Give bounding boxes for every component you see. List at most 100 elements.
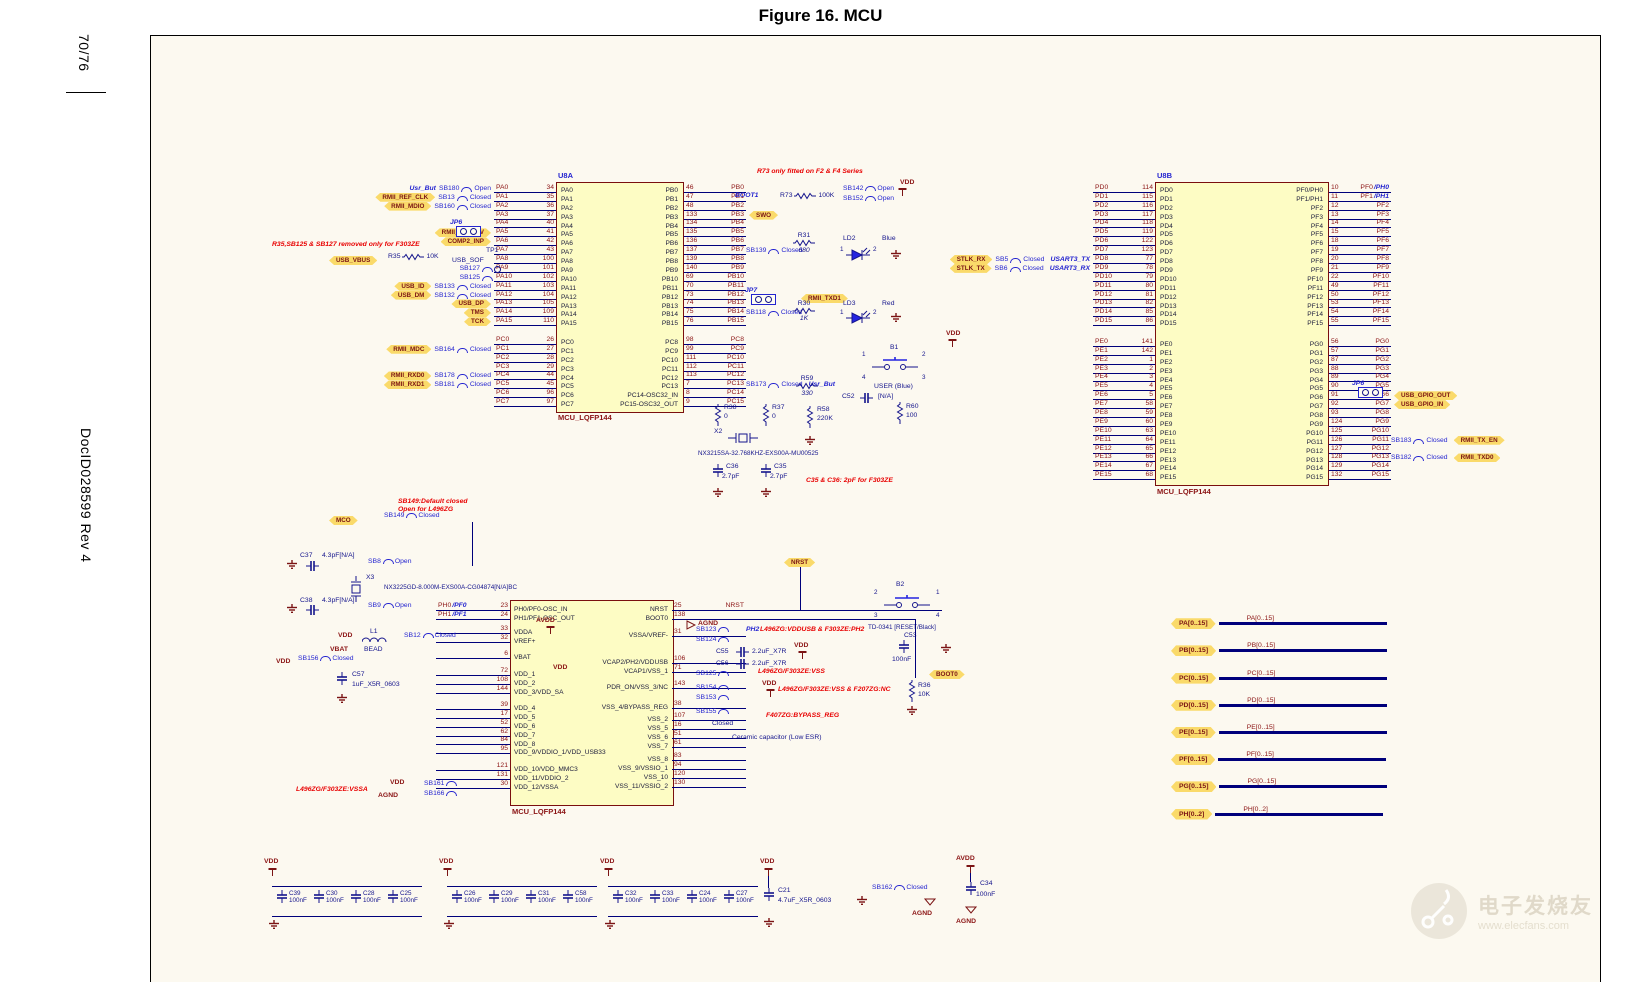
note-c35-c36: C35 & C36: 2pF for F303ZE xyxy=(806,477,893,484)
inside-pin-name: PA8 xyxy=(561,258,573,266)
pin-row: PE12 65 xyxy=(1093,444,1155,454)
inside-pin-name: PA7 xyxy=(561,249,573,257)
note-ceramic: Ceramic capacitor (Low ESR) xyxy=(732,734,822,741)
u8b-inside-pg: PG0 PG1 PG2 PG3 PG4 PG5 PG6 PG7 PG8 PG9 PG10 PG11 PG… xyxy=(1306,341,1323,482)
pin-row: PD11 80 xyxy=(1093,281,1155,291)
bank2-caps: C26 100nF C29 100nF C31 100nF C58 100nF xyxy=(451,890,599,904)
capacitor: C39 100nF xyxy=(276,890,313,904)
b2-pin4: 4 xyxy=(936,612,940,619)
bus-flag: PA[0..15] xyxy=(1171,618,1216,629)
pin-row: PE8 59 xyxy=(1093,409,1155,419)
note-sb149-1: SB149:Default closed xyxy=(398,498,468,505)
pin-row: USB_DM SB132 Closed PA12 104 xyxy=(340,290,556,300)
page-number-rule xyxy=(66,92,106,93)
inside-pin-name: PA1 xyxy=(561,195,573,203)
capacitor-icon xyxy=(612,890,624,903)
cap-value: 100nF xyxy=(326,897,344,904)
bus-wire: PB[0..15] xyxy=(1219,642,1388,653)
pin-row: PD10 79 xyxy=(1093,272,1155,282)
pin-row: STLK_TX SB6 Closed USART3_RX PD9 78 xyxy=(940,263,1155,273)
sb161: SB161 xyxy=(424,780,458,787)
pin-row: PA3 37 xyxy=(340,211,556,220)
page-number: 70/76 xyxy=(76,34,92,72)
pin-row: 55 PF15 xyxy=(1329,317,1391,327)
vdd-label: VDD xyxy=(600,858,615,865)
inside-pin-name: PA12 xyxy=(561,293,577,301)
pwr-vdd456789: 39 17 52 62 84 95 xyxy=(295,701,510,755)
vdd-label: VDD xyxy=(946,330,961,337)
u8a-inside-pc: PC0 PC1 PC2 PC3 PC4 PC5 PC6 PC7 xyxy=(561,339,574,409)
solder-bridge-arc-icon xyxy=(456,204,468,210)
b1-name: USER (Blue) xyxy=(874,383,913,390)
bus-wire: PH[0..2] xyxy=(1215,806,1384,816)
pin-row: RMII_MDC SB164 Closed PC1 27 xyxy=(340,344,556,354)
capacitor: C28 100nF xyxy=(350,890,387,904)
r37-value: 0 xyxy=(772,413,776,420)
solder-bridge: SB180 xyxy=(438,184,460,192)
pin-row: 54 PF14 xyxy=(1329,308,1391,318)
frame-right xyxy=(1600,35,1601,982)
pwr-in-vss-b: VSS_8 VSS_9/VSSIO_1 VSS_10 VSS_11/VSSIO_2 xyxy=(614,756,668,790)
bank1-rail-top xyxy=(272,886,422,887)
sb142: SB142 Open xyxy=(843,185,895,192)
pin-row: Usr_But SB180 Open PA0 34 xyxy=(340,184,556,193)
solder-bridge: SB13 xyxy=(438,193,455,201)
inside-pin-name: PA0 xyxy=(561,187,573,194)
capacitor: C30 100nF xyxy=(313,890,350,904)
pin-row: PE14 67 xyxy=(1093,462,1155,472)
pin-wire: PA13 105 xyxy=(494,299,556,309)
bridge-state: Closed xyxy=(469,282,491,290)
sb125: SB125 xyxy=(696,670,730,677)
sb149: SB149 Closed xyxy=(384,512,440,519)
vdd-label: VDD xyxy=(390,779,405,786)
bank3-rail-bottom xyxy=(608,916,758,917)
inside-pin-name: PA4 xyxy=(561,222,573,230)
pin-row: USB_ID SB133 Closed PA11 103 xyxy=(340,281,556,291)
gnd-icon xyxy=(443,920,455,929)
agnd-icon xyxy=(924,898,936,906)
pwr-in-vssa: VSSA/VREF- xyxy=(628,632,668,639)
capacitor-icon xyxy=(488,890,500,903)
r36-ref: R36 xyxy=(918,682,931,689)
vdd-icon xyxy=(798,651,807,659)
signal-flag: USB_DM xyxy=(391,291,432,300)
pin-row: 10 PF0/PH0 xyxy=(1329,183,1391,193)
sb124: SB124 xyxy=(696,636,730,643)
inside-pin-name: PA11 xyxy=(561,284,577,292)
capacitor-icon xyxy=(276,890,288,903)
u8b-inside-pe: PE0 PE1 PE2 PE3 PE4 PE5 PE6 PE7 PE8 PE9 PE10 PE11 PE… xyxy=(1160,341,1177,482)
pwr-vdda-pins: 33 32 xyxy=(295,625,510,643)
vdd-label: VDD xyxy=(264,858,279,865)
pin-wire: PA10 102 xyxy=(494,272,556,282)
bus-flag: PH[0..2] xyxy=(1171,809,1212,820)
ld2-pin1: 1 xyxy=(840,246,844,253)
pin-row: PD5 119 xyxy=(1093,228,1155,238)
agnd-icon xyxy=(965,906,977,914)
vdd-label: VDD xyxy=(900,179,915,186)
capacitor-icon xyxy=(736,646,749,658)
pin-row: PD12 81 xyxy=(1093,290,1155,300)
pin-wire: PA1 35 xyxy=(494,192,556,202)
bus-row: PH[0..2] PH[0..2] xyxy=(1168,788,1428,815)
inductor-icon xyxy=(362,637,387,643)
u8a-inside-pa: PA0 PA1 PA2 PA3 PA4 PA5 PA6 PA7 PA8 PA9 PA10 PA11 PA… xyxy=(561,187,577,329)
gnd-icon xyxy=(604,920,616,929)
vdd-label: VDD xyxy=(276,658,291,665)
sb8: SB8 Open xyxy=(368,558,412,565)
bank2-rail-bottom xyxy=(447,916,597,917)
c21-ref: C21 xyxy=(778,887,791,894)
vdd-label: VDD xyxy=(794,642,809,649)
agnd-label: AGND xyxy=(912,910,933,917)
pin-wire: PA12 104 xyxy=(494,290,556,300)
bus-flag: PG[0..15] xyxy=(1171,781,1216,792)
u8a-ref: U8A xyxy=(558,171,574,180)
capacitor-icon xyxy=(562,890,574,903)
pin-wire: PA6 42 xyxy=(494,237,556,247)
cap-value: 100nF xyxy=(363,897,381,904)
pin-row: PE4 3 xyxy=(1093,373,1155,383)
pin-row: 89 PG4 xyxy=(1329,373,1391,383)
pin-row: PE9 60 xyxy=(1093,417,1155,427)
ld2-ref: LD2 xyxy=(843,235,856,242)
resistor-icon xyxy=(793,308,815,314)
nrst-flag: NRST xyxy=(784,558,815,567)
